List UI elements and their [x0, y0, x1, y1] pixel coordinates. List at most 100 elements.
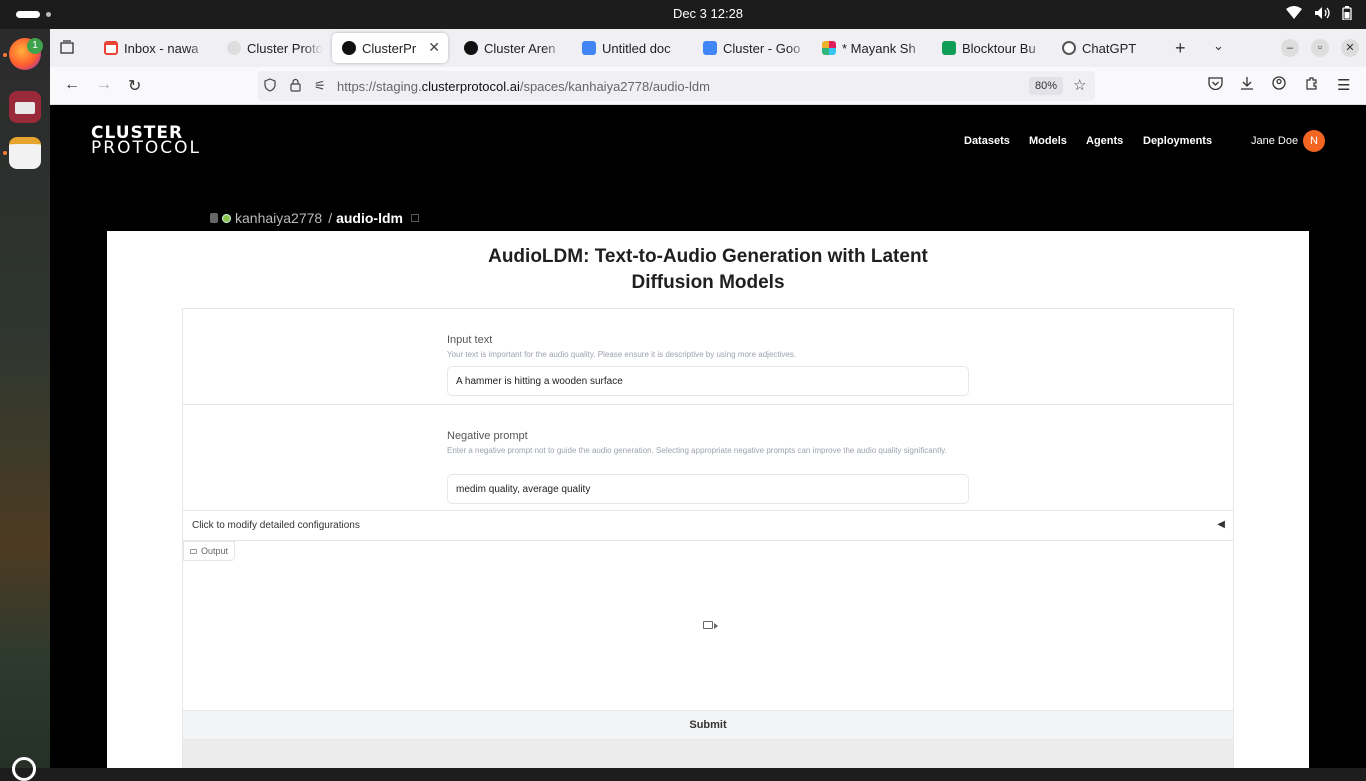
close-tab-icon[interactable]: ✕ [428, 39, 440, 56]
back-icon[interactable]: ← [64, 76, 80, 94]
tab-cluster-protocol[interactable]: Cluster Proto [217, 33, 323, 63]
breadcrumb-owner[interactable]: kanhaiya2778 [235, 210, 322, 226]
nav-datasets[interactable]: Datasets [964, 135, 1010, 147]
dock: 1 [0, 29, 50, 781]
user-name[interactable]: Jane Doe [1251, 135, 1298, 147]
status-online-icon [222, 213, 231, 223]
navigation-bar: ← → ↻ ⚟ https://staging.clusterprotocol.… [50, 67, 1366, 105]
sheets-icon [942, 41, 956, 55]
system-tray[interactable] [1286, 6, 1352, 23]
copy-icon[interactable] [410, 214, 419, 222]
tab-slack[interactable]: * Mayank Sh [812, 33, 927, 63]
negative-prompt-description: Enter a negative prompt not to guide the… [447, 446, 947, 455]
tab-clusterprotocol-active[interactable]: ClusterPr ✕ [332, 33, 448, 63]
cluster-icon [464, 41, 478, 55]
tab-cluster-doc[interactable]: Cluster - Goo [693, 33, 808, 63]
negative-prompt-textbox[interactable]: medim quality, average quality [447, 474, 969, 504]
gmail-icon [104, 41, 118, 55]
url-bar[interactable]: ⚟ https://staging.clusterprotocol.ai/spa… [258, 71, 1095, 101]
lock-icon[interactable] [290, 78, 301, 95]
submit-button[interactable]: Submit [183, 710, 1233, 740]
avatar[interactable]: N [1303, 130, 1325, 152]
account-icon[interactable] [1272, 76, 1286, 94]
tab-title: * Mayank Sh [842, 40, 916, 56]
input-text-label: Input text [447, 334, 493, 346]
system-clock[interactable]: Dec 3 12:28 [0, 6, 1366, 21]
space-app-panel: AudioLDM: Text-to-Audio Generation with … [107, 231, 1309, 768]
caret-left-icon: ◀ [1217, 519, 1225, 530]
tab-chatgpt[interactable]: ChatGPT [1052, 33, 1167, 63]
tab-title: Blocktour Bu [962, 40, 1036, 56]
show-apps-icon[interactable] [12, 757, 36, 781]
nav-agents[interactable]: Agents [1086, 135, 1123, 147]
reload-icon[interactable]: ↻ [128, 76, 141, 96]
input-text-field: Input text Your text is important for th… [183, 309, 1233, 405]
docs-icon [703, 41, 717, 55]
browser-window: Inbox - nawa Cluster Proto ClusterPr ✕ C… [50, 29, 1366, 768]
running-indicator [3, 53, 7, 57]
volume-icon [1314, 6, 1330, 23]
permissions-icon[interactable]: ⚟ [314, 78, 326, 94]
firefox-view-icon[interactable] [60, 40, 74, 58]
shield-icon[interactable] [264, 78, 276, 95]
negative-prompt-field: Negative prompt Enter a negative prompt … [183, 405, 1233, 511]
video-placeholder-icon [703, 621, 718, 629]
download-icon[interactable] [1240, 76, 1254, 94]
zoom-level[interactable]: 80% [1029, 77, 1063, 95]
output-label: Output [183, 541, 236, 561]
slack-icon [822, 41, 836, 55]
url-text[interactable]: https://staging.clusterprotocol.ai/space… [337, 79, 710, 94]
output-label-text: Output [201, 546, 229, 556]
chatgpt-icon [1062, 41, 1076, 55]
cluster-protocol-logo[interactable]: CLUSTER PROTOCOL [91, 125, 201, 158]
tab-blocktour[interactable]: Blocktour Bu [932, 33, 1047, 63]
site-header: CLUSTER PROTOCOL Datasets Models Agents … [50, 105, 1366, 177]
tab-cluster-arena[interactable]: Cluster Aren [454, 33, 564, 63]
running-indicator [3, 151, 7, 155]
logo-line-2: PROTOCOL [91, 138, 201, 158]
output-panel: Output [183, 541, 1233, 711]
system-top-bar: Dec 3 12:28 [0, 0, 1366, 29]
cluster-icon [342, 41, 356, 55]
accordion-label: Click to modify detailed configurations [192, 520, 360, 531]
tab-title: Inbox - nawa [124, 40, 199, 56]
new-tab-icon[interactable]: + [1175, 38, 1186, 59]
generation-form: Input text Your text is important for th… [182, 308, 1234, 768]
below-submit-area [183, 740, 1233, 768]
input-text-textbox[interactable]: A hammer is hitting a wooden surface [447, 366, 969, 396]
close-window-icon[interactable]: ✕ [1341, 39, 1359, 57]
detailed-config-accordion[interactable]: Click to modify detailed configurations … [183, 511, 1233, 541]
menu-icon[interactable]: ☰ [1337, 76, 1350, 94]
pocket-icon[interactable] [1208, 76, 1223, 94]
docs-icon [582, 41, 596, 55]
tab-inbox[interactable]: Inbox - nawa [94, 33, 209, 63]
nav-deployments[interactable]: Deployments [1143, 135, 1212, 147]
chevron-down-icon[interactable]: ⌄ [1213, 38, 1224, 54]
wifi-icon [1286, 6, 1302, 23]
extensions-icon[interactable] [1305, 76, 1319, 94]
breadcrumb-separator: / [328, 210, 333, 226]
notification-badge: 1 [27, 38, 43, 54]
tab-untitled-doc[interactable]: Untitled doc [572, 33, 687, 63]
tab-title: Untitled doc [602, 40, 671, 56]
files-icon[interactable] [9, 91, 41, 123]
video-icon [190, 548, 197, 554]
page-title: AudioLDM: Text-to-Audio Generation with … [488, 246, 928, 293]
input-text-description: Your text is important for the audio qua… [447, 350, 797, 359]
forward-icon[interactable]: → [96, 76, 112, 94]
minimize-icon[interactable]: – [1281, 39, 1299, 57]
text-editor-icon[interactable] [9, 137, 41, 169]
battery-icon [1342, 6, 1352, 23]
restore-icon[interactable]: ▫ [1311, 39, 1329, 57]
breadcrumb: kanhaiya2778 / audio-ldm [210, 210, 419, 226]
bookmark-star-icon[interactable]: ☆ [1073, 76, 1086, 94]
tab-title: ChatGPT [1082, 40, 1137, 56]
tab-bar: Inbox - nawa Cluster Proto ClusterPr ✕ C… [50, 29, 1366, 67]
nav-models[interactable]: Models [1029, 135, 1067, 147]
cluster-icon [227, 41, 241, 55]
page-content: CLUSTER PROTOCOL Datasets Models Agents … [50, 105, 1366, 768]
negative-prompt-label: Negative prompt [447, 430, 528, 442]
tab-title: ClusterPr [362, 40, 417, 56]
database-icon [210, 213, 218, 223]
breadcrumb-repo[interactable]: audio-ldm [336, 210, 403, 226]
